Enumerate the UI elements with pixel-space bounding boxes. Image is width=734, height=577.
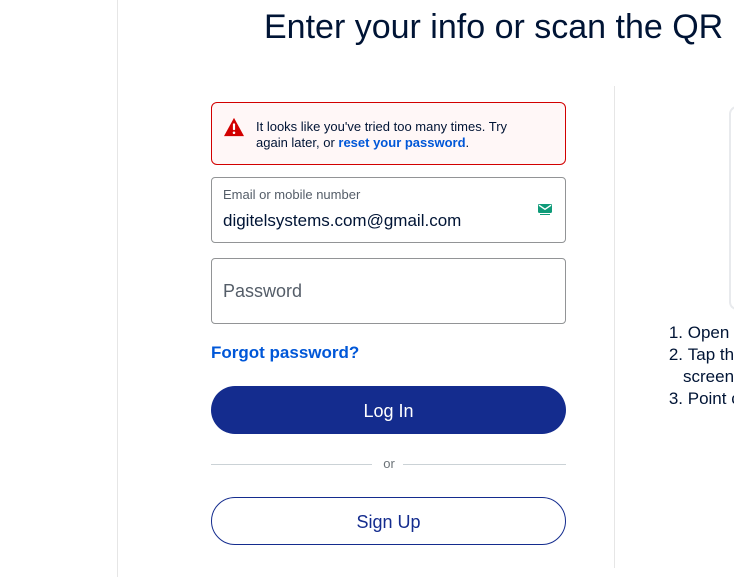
forgot-password-link[interactable]: Forgot password? xyxy=(211,343,359,363)
error-alert: It looks like you've tried too many time… xyxy=(211,102,566,165)
email-field[interactable]: Email or mobile number digitelsystems.co… xyxy=(211,177,566,243)
email-value[interactable]: digitelsystems.com@gmail.com xyxy=(223,210,461,232)
step-number-2: 2. xyxy=(668,345,683,364)
qr-instructions: 1. Open t 2. Tap th screen 3. Point c xyxy=(661,322,734,410)
or-separator: or xyxy=(383,456,395,471)
page-title: Enter your info or scan the QR co xyxy=(264,8,734,46)
email-icon xyxy=(538,204,552,215)
or-divider-right xyxy=(403,464,566,465)
step-number-1: 1. xyxy=(668,323,683,342)
error-message: It looks like you've tried too many time… xyxy=(256,119,541,151)
left-divider xyxy=(117,0,118,577)
qr-code-card xyxy=(729,106,734,310)
login-button[interactable]: Log In xyxy=(211,386,566,434)
instruction-step-1: 1. Open t xyxy=(661,322,734,344)
login-page: Enter your info or scan the QR co It loo… xyxy=(0,0,734,577)
step-text-2: Tap th xyxy=(687,345,734,364)
panel-divider xyxy=(614,86,615,568)
instruction-step-2: 2. Tap th screen xyxy=(661,344,734,388)
or-divider-left xyxy=(211,464,372,465)
password-placeholder: Password xyxy=(223,281,303,301)
step-number-3: 3. xyxy=(668,389,683,408)
email-label: Email or mobile number xyxy=(223,187,361,202)
step-text-1: Open t xyxy=(687,323,734,342)
password-field[interactable]: Password xyxy=(211,258,566,324)
error-message-suffix: . xyxy=(465,135,470,150)
warning-icon xyxy=(224,117,244,137)
step-text-2-continuation: screen xyxy=(683,367,734,386)
reset-password-link[interactable]: reset your password xyxy=(338,135,465,150)
step-text-3: Point c xyxy=(687,389,734,408)
signup-button[interactable]: Sign Up xyxy=(211,497,566,545)
instruction-step-3: 3. Point c xyxy=(661,388,734,410)
